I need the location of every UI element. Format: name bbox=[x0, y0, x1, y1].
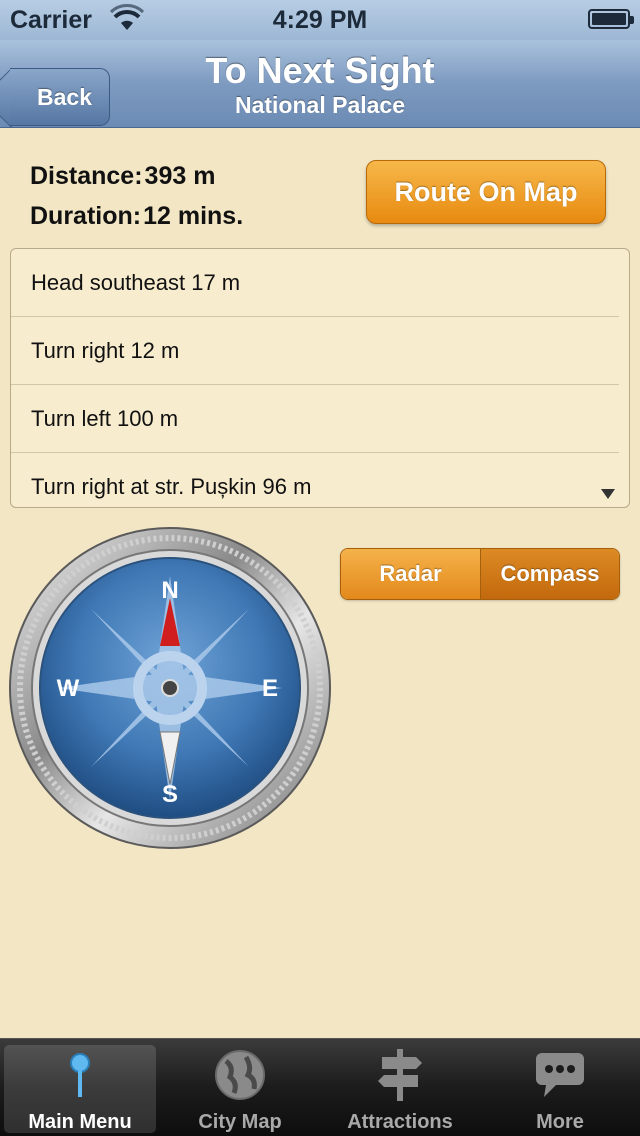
duration-label: Duration: bbox=[30, 201, 142, 230]
directions-list[interactable]: Head southeast 17 m Turn right 12 m Turn… bbox=[10, 248, 630, 508]
navigation-bar: Back To Next Sight National Palace bbox=[0, 40, 640, 128]
distance-label: Distance: bbox=[30, 161, 143, 190]
status-time: 4:29 PM bbox=[272, 6, 368, 34]
radar-segment[interactable]: Radar bbox=[341, 549, 481, 599]
list-item: Head southeast 17 m bbox=[11, 249, 619, 317]
list-item: Turn right 12 m bbox=[11, 317, 619, 385]
tab-bar: Main Menu City Map Attractions More bbox=[0, 1038, 640, 1136]
back-button[interactable]: Back bbox=[10, 54, 110, 126]
globe-icon bbox=[215, 1050, 265, 1100]
compass-w-label: W bbox=[57, 675, 80, 702]
pin-icon bbox=[70, 1053, 90, 1097]
tab-label: City Map bbox=[198, 1111, 282, 1133]
compass-s-label: S bbox=[162, 781, 178, 808]
tab-label: Attractions bbox=[347, 1111, 453, 1133]
battery-icon bbox=[588, 9, 634, 29]
status-bar: Carrier 4:29 PM bbox=[0, 0, 640, 40]
list-item: Turn left 100 m bbox=[11, 385, 619, 453]
tab-more[interactable]: More bbox=[480, 1039, 640, 1136]
tab-label: Main Menu bbox=[28, 1111, 132, 1133]
compass-segment[interactable]: Compass bbox=[481, 549, 619, 599]
chat-bubble-icon bbox=[536, 1053, 584, 1097]
tab-main-menu[interactable]: Main Menu bbox=[0, 1039, 160, 1136]
compass-n-label: N bbox=[161, 577, 178, 604]
duration-value: 12 mins. bbox=[143, 201, 244, 230]
duration-row: Duration: 12 mins. bbox=[30, 196, 243, 236]
list-item: Turn right at str. Pușkin 96 m bbox=[31, 474, 312, 499]
distance-row: Distance: 393 m bbox=[30, 156, 243, 196]
scroll-down-icon[interactable] bbox=[601, 489, 615, 499]
compass-e-label: E bbox=[262, 675, 278, 702]
signpost-icon bbox=[378, 1049, 422, 1101]
distance-value: 393 m bbox=[144, 161, 216, 190]
tab-city-map[interactable]: City Map bbox=[160, 1039, 320, 1136]
tab-label: More bbox=[536, 1111, 584, 1133]
view-mode-segmented-control[interactable]: Radar Compass bbox=[340, 548, 620, 600]
tab-attractions[interactable]: Attractions bbox=[320, 1039, 480, 1136]
compass-dial: N S W E bbox=[9, 527, 331, 849]
route-on-map-button[interactable]: Route On Map bbox=[366, 160, 606, 224]
back-button-label[interactable]: Back bbox=[10, 68, 110, 126]
route-summary: Distance: 393 m Duration: 12 mins. bbox=[30, 156, 243, 236]
